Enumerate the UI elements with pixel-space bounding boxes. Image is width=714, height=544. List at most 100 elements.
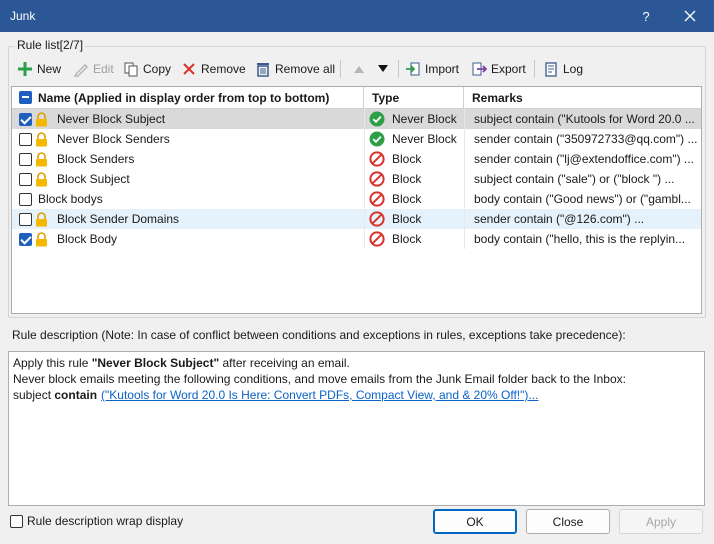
rule-description-label: Rule description (Note: In case of confl… [12, 328, 626, 342]
rule-enabled-checkbox[interactable] [19, 172, 32, 186]
table-row[interactable]: Block Senders Block sender contain ("lj@ex… [12, 149, 701, 169]
rule-name: Never Block Subject [57, 112, 166, 126]
new-button[interactable]: New [16, 58, 61, 80]
triangle-down-icon [374, 60, 392, 78]
column-header-type[interactable]: Type [364, 87, 464, 109]
rule-remarks: body contain ("hello, this is the replyi… [474, 232, 686, 246]
x-icon [180, 60, 198, 78]
remove-button[interactable]: Remove [180, 58, 246, 80]
rule-remarks: sender contain ("350972733@qq.com") ... [474, 132, 698, 146]
rule-enabled-checkbox[interactable] [19, 232, 32, 246]
lock-icon [35, 229, 51, 249]
rule-list-title: Rule list[2/7] [15, 38, 86, 52]
column-divider [464, 109, 465, 249]
copy-icon [122, 60, 140, 78]
rule-enabled-checkbox[interactable] [19, 212, 32, 226]
row-checkbox-cell [19, 109, 32, 129]
rule-type: Block [392, 152, 422, 166]
description-operator: contain [54, 388, 98, 402]
block-icon [369, 189, 387, 209]
rule-description-box: Apply this rule "Never Block Subject" af… [8, 351, 705, 506]
copy-button[interactable]: Copy [122, 58, 171, 80]
column-header-name-label: Name (Applied in display order from top … [38, 91, 330, 105]
rule-enabled-checkbox[interactable] [19, 132, 32, 146]
import-icon [404, 60, 422, 78]
toolbar-separator [398, 60, 399, 78]
table-row[interactable]: Never Block Senders Never Block sender con… [12, 129, 701, 149]
rule-remarks: subject contain ("sale") or ("block ") .… [474, 172, 675, 186]
close-window-button[interactable] [668, 0, 712, 32]
description-suffix: after receiving an email. [219, 356, 350, 370]
copy-label: Copy [143, 62, 172, 76]
description-line-3: subject contain ("Kutools for Word 20.0 I… [13, 387, 700, 403]
column-header-remarks[interactable]: Remarks [464, 87, 701, 109]
remove-label: Remove [201, 62, 246, 76]
row-checkbox-cell [19, 189, 32, 209]
lock-icon [35, 209, 51, 229]
rule-enabled-checkbox[interactable] [19, 192, 32, 206]
rule-type: Block [392, 232, 422, 246]
toolbar-separator [340, 60, 341, 78]
table-row[interactable]: Block Body Block body contain ("hello, thi… [12, 229, 701, 249]
rule-enabled-checkbox[interactable] [19, 112, 32, 126]
remove-all-label: Remove all [275, 62, 336, 76]
lock-icon [35, 169, 51, 189]
table-row[interactable]: Block bodys Block body contain ("Good news… [12, 189, 701, 209]
rule-name: Never Block Senders [57, 132, 170, 146]
block-icon [369, 149, 387, 169]
column-header-name[interactable]: Name (Applied in display order from top … [12, 87, 364, 109]
rule-remarks: sender contain ("lj@extendoffice.com") .… [474, 152, 694, 166]
triangle-up-icon [350, 60, 368, 78]
rule-grid: Name (Applied in display order from top … [11, 86, 702, 314]
close-button[interactable]: Close [526, 509, 610, 534]
wrap-display-checkbox[interactable] [10, 514, 23, 528]
window-title: Junk [10, 9, 36, 23]
apply-button[interactable]: Apply [619, 509, 703, 534]
table-row[interactable]: Block Sender Domains Block sender contain … [12, 209, 701, 229]
title-bar: Junk ? [0, 0, 714, 32]
row-checkbox-cell [19, 229, 32, 249]
log-button[interactable]: Log [542, 58, 583, 80]
lock-icon [35, 109, 51, 129]
rule-name: Block Body [57, 232, 118, 246]
edit-label: Edit [93, 62, 114, 76]
export-label: Export [491, 62, 526, 76]
remove-all-button[interactable]: Remove all [254, 58, 335, 80]
description-condition-link[interactable]: ("Kutools for Word 20.0 Is Here: Convert… [101, 388, 538, 402]
export-button[interactable]: Export [470, 58, 526, 80]
help-button[interactable]: ? [624, 0, 668, 32]
plus-icon [16, 60, 34, 78]
ok-button[interactable]: OK [433, 509, 517, 534]
description-line-2: Never block emails meeting the following… [13, 372, 626, 386]
rule-type: Never Block [392, 132, 457, 146]
description-rule-name: "Never Block Subject" [91, 356, 220, 370]
table-row[interactable]: Never Block Subject Never Block subject co… [12, 109, 701, 129]
lock-icon [35, 129, 51, 149]
rule-type: Block [392, 212, 422, 226]
row-checkbox-cell [19, 169, 32, 189]
rule-remarks: body contain ("Good news") or ("gambl... [474, 192, 691, 206]
pencil-icon [72, 60, 90, 78]
block-icon [369, 169, 387, 189]
block-icon [369, 209, 387, 229]
row-checkbox-cell [19, 149, 32, 169]
move-down-button[interactable] [374, 58, 395, 80]
rule-enabled-checkbox[interactable] [19, 152, 32, 166]
import-button[interactable]: Import [404, 58, 459, 80]
row-checkbox-cell [19, 129, 32, 149]
check-circle-icon [369, 109, 387, 129]
wrap-display-option[interactable]: Rule description wrap display [10, 514, 183, 528]
rule-name: Block Sender Domains [57, 212, 180, 226]
wrap-display-label: Rule description wrap display [27, 514, 184, 528]
block-icon [369, 229, 387, 249]
import-label: Import [425, 62, 460, 76]
rule-name: Block bodys [38, 192, 103, 206]
move-up-button[interactable] [350, 58, 371, 80]
new-label: New [37, 62, 62, 76]
rule-remarks: sender contain ("@126.com") ... [474, 212, 645, 226]
column-divider [364, 109, 365, 249]
select-all-checkbox[interactable] [19, 91, 32, 104]
log-icon [542, 60, 560, 78]
edit-button[interactable]: Edit [72, 58, 114, 80]
table-row[interactable]: Block Subject Block subject contain ("sale… [12, 169, 701, 189]
